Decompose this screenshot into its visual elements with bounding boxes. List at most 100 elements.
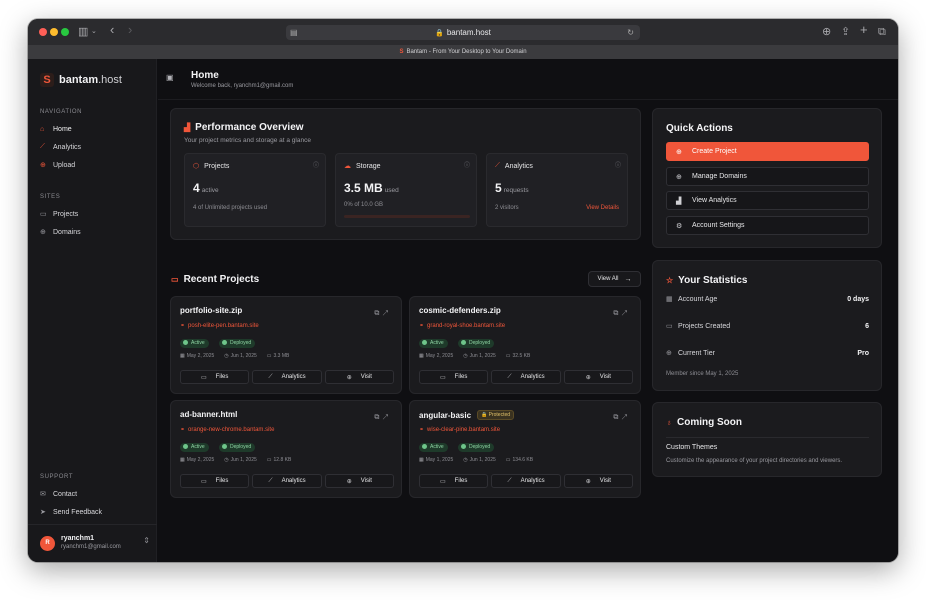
sidebar-item-upload[interactable]: ⊕ Upload xyxy=(40,158,148,172)
address-bar[interactable]: ▤ 🔒 bantam.host ↻ xyxy=(286,25,640,40)
external-link-icon[interactable]: ↗ xyxy=(382,414,391,421)
info-icon[interactable]: ⓘ xyxy=(313,160,319,169)
folder-icon: ▭ xyxy=(439,374,446,381)
sidebar-item-domains[interactable]: ⊕ Domains xyxy=(40,225,148,239)
lock-icon: 🔒 xyxy=(481,412,488,418)
sidebar-item-projects[interactable]: ▭ Projects xyxy=(40,207,148,221)
sidebar-item-send-feedback[interactable]: ➤ Send Feedback xyxy=(40,505,148,519)
link-icon: ⚭ xyxy=(419,427,425,433)
analytics-button[interactable]: ⟋ Analytics xyxy=(491,370,561,384)
project-link[interactable]: ⚭ posh-elite-pen.bantam.site xyxy=(180,322,259,329)
file-size-icon: ▭ xyxy=(266,457,272,463)
protected-badge: 🔒 Protected xyxy=(477,410,515,420)
project-actions: ▭ Files ⟋ Analytics ⊕ Visit xyxy=(419,474,633,488)
share-icon[interactable]: ⇪ xyxy=(841,24,850,40)
minimize-window-button[interactable] xyxy=(50,28,58,36)
coming-soon-title: ♁ Coming Soon xyxy=(666,417,742,428)
calendar-icon: ▦ xyxy=(666,296,673,303)
tab-overview-icon[interactable]: ⧉ xyxy=(878,24,886,40)
download-icon[interactable]: ⊕ xyxy=(822,24,831,40)
project-name: portfolio-site.zip xyxy=(180,306,243,315)
updated-date: Jun 1, 2025 xyxy=(230,353,257,359)
updated-date: Jun 1, 2025 xyxy=(469,457,496,463)
sidebar-toggle-icon[interactable]: ▥ xyxy=(78,24,88,40)
sidebar-collapse-icon[interactable]: ▣ xyxy=(166,73,174,82)
user-email: ryanchm1@gmail.com xyxy=(61,544,121,550)
metric-storage-footer: 0% of 10.0 GB xyxy=(344,202,384,208)
project-name: cosmic-defenders.zip xyxy=(419,306,501,315)
globe-icon: ⊕ xyxy=(346,478,352,485)
visit-button[interactable]: ⊕ Visit xyxy=(563,474,633,488)
user-menu[interactable]: R ryanchm1 ryanchm1@gmail.com ⇕ xyxy=(40,532,150,554)
external-link-icon[interactable]: ↗ xyxy=(621,414,630,421)
chevron-down-icon[interactable]: ⌄ xyxy=(91,24,97,40)
visit-button[interactable]: ⊕ Visit xyxy=(324,474,394,488)
view-analytics-button[interactable]: ▟ View Analytics xyxy=(666,191,869,210)
account-settings-button[interactable]: ⚙ Account Settings xyxy=(666,216,869,235)
updated-date: Jun 1, 2025 xyxy=(469,353,496,359)
manage-domains-button[interactable]: ⊕ Manage Domains xyxy=(666,167,869,186)
new-tab-icon[interactable]: + xyxy=(860,22,868,38)
view-details-link[interactable]: View Details xyxy=(586,205,619,211)
project-card-actions: ⧉↗ xyxy=(374,414,391,422)
project-card: cosmic-defenders.zip ⧉↗ ⚭ grand-royal-sho… xyxy=(409,296,641,394)
close-window-button[interactable] xyxy=(39,28,47,36)
sidebar-item-contact[interactable]: ✉ Contact xyxy=(40,487,148,501)
file-size: 134.6 KB xyxy=(512,457,534,463)
chart-icon: ▟ xyxy=(676,197,682,205)
folder-icon: ▭ xyxy=(200,374,207,381)
zoom-window-button[interactable] xyxy=(61,28,69,36)
analytics-icon: ⟋ xyxy=(268,477,273,484)
chevron-up-down-icon[interactable]: ⇕ xyxy=(143,536,150,545)
external-link-icon[interactable]: ↗ xyxy=(621,310,630,317)
sidebar-item-analytics[interactable]: ⟋ Analytics xyxy=(40,140,148,154)
page-title: Home xyxy=(191,70,219,81)
status-badge-active: Active xyxy=(180,443,209,452)
external-link-icon[interactable]: ↗ xyxy=(382,310,391,317)
folder-icon: ▭ xyxy=(200,478,207,485)
metric-projects-footer: 4 of Unlimited projects used xyxy=(193,205,268,211)
reload-icon[interactable]: ↻ xyxy=(627,26,634,39)
arrow-right-icon: → xyxy=(624,275,632,283)
info-icon[interactable]: ⓘ xyxy=(464,160,470,169)
create-project-button[interactable]: ⊕ Create Project xyxy=(666,142,869,161)
storage-progress-bar xyxy=(344,215,470,218)
visit-button[interactable]: ⊕ Visit xyxy=(324,370,394,384)
forward-icon[interactable]: › xyxy=(128,22,132,38)
metric-projects-value: 4 active xyxy=(193,181,219,195)
files-button[interactable]: ▭ Files xyxy=(419,474,489,488)
created-date: May 2, 2025 xyxy=(186,457,215,463)
files-button[interactable]: ▭ Files xyxy=(180,370,250,384)
section-support: SUPPORT xyxy=(40,474,74,480)
metric-storage-label: Storage xyxy=(356,162,381,170)
brand-name: bantam.host xyxy=(59,73,122,86)
brand[interactable]: S bantam.host xyxy=(40,71,122,88)
info-icon[interactable]: ⓘ xyxy=(615,160,621,169)
file-size: 3.3 MB xyxy=(273,353,290,359)
analytics-button[interactable]: ⟋ Analytics xyxy=(252,474,322,488)
star-icon: ☆ xyxy=(666,276,674,285)
analytics-button[interactable]: ⟋ Analytics xyxy=(491,474,561,488)
project-link[interactable]: ⚭ grand-royal-shoe.bantam.site xyxy=(419,322,505,329)
project-link[interactable]: ⚭ orange-new-chrome.bantam.site xyxy=(180,426,274,433)
project-actions: ▭ Files ⟋ Analytics ⊕ Visit xyxy=(180,474,394,488)
visit-button[interactable]: ⊕ Visit xyxy=(563,370,633,384)
project-meta: ▦ May 2, 2025 ◷ Jun 1, 2025 ▭ 32.5 KB xyxy=(419,353,540,359)
file-size: 12.8 KB xyxy=(273,457,292,463)
bar-chart-icon: ▟ xyxy=(184,123,191,132)
calendar-icon: ▦ xyxy=(180,353,185,359)
browser-tab[interactable]: S Bantam - From Your Desktop to Your Doma… xyxy=(28,45,898,59)
project-link[interactable]: ⚭ wise-clear-pine.bantam.site xyxy=(419,426,500,433)
view-all-button[interactable]: View All → xyxy=(588,271,641,287)
file-size-icon: ▭ xyxy=(505,353,511,359)
back-icon[interactable]: ‹ xyxy=(110,22,114,38)
analytics-button[interactable]: ⟋ Analytics xyxy=(252,370,322,384)
sidebar-divider xyxy=(28,524,157,525)
analytics-icon: ⟋ xyxy=(507,477,512,484)
sidebar-item-home[interactable]: ⌂ Home xyxy=(40,122,148,136)
files-button[interactable]: ▭ Files xyxy=(419,370,489,384)
clock-icon: ◷ xyxy=(224,353,229,359)
status-badge-deployed: Deployed xyxy=(458,339,495,348)
files-button[interactable]: ▭ Files xyxy=(180,474,250,488)
status-badge-deployed: Deployed xyxy=(219,339,256,348)
